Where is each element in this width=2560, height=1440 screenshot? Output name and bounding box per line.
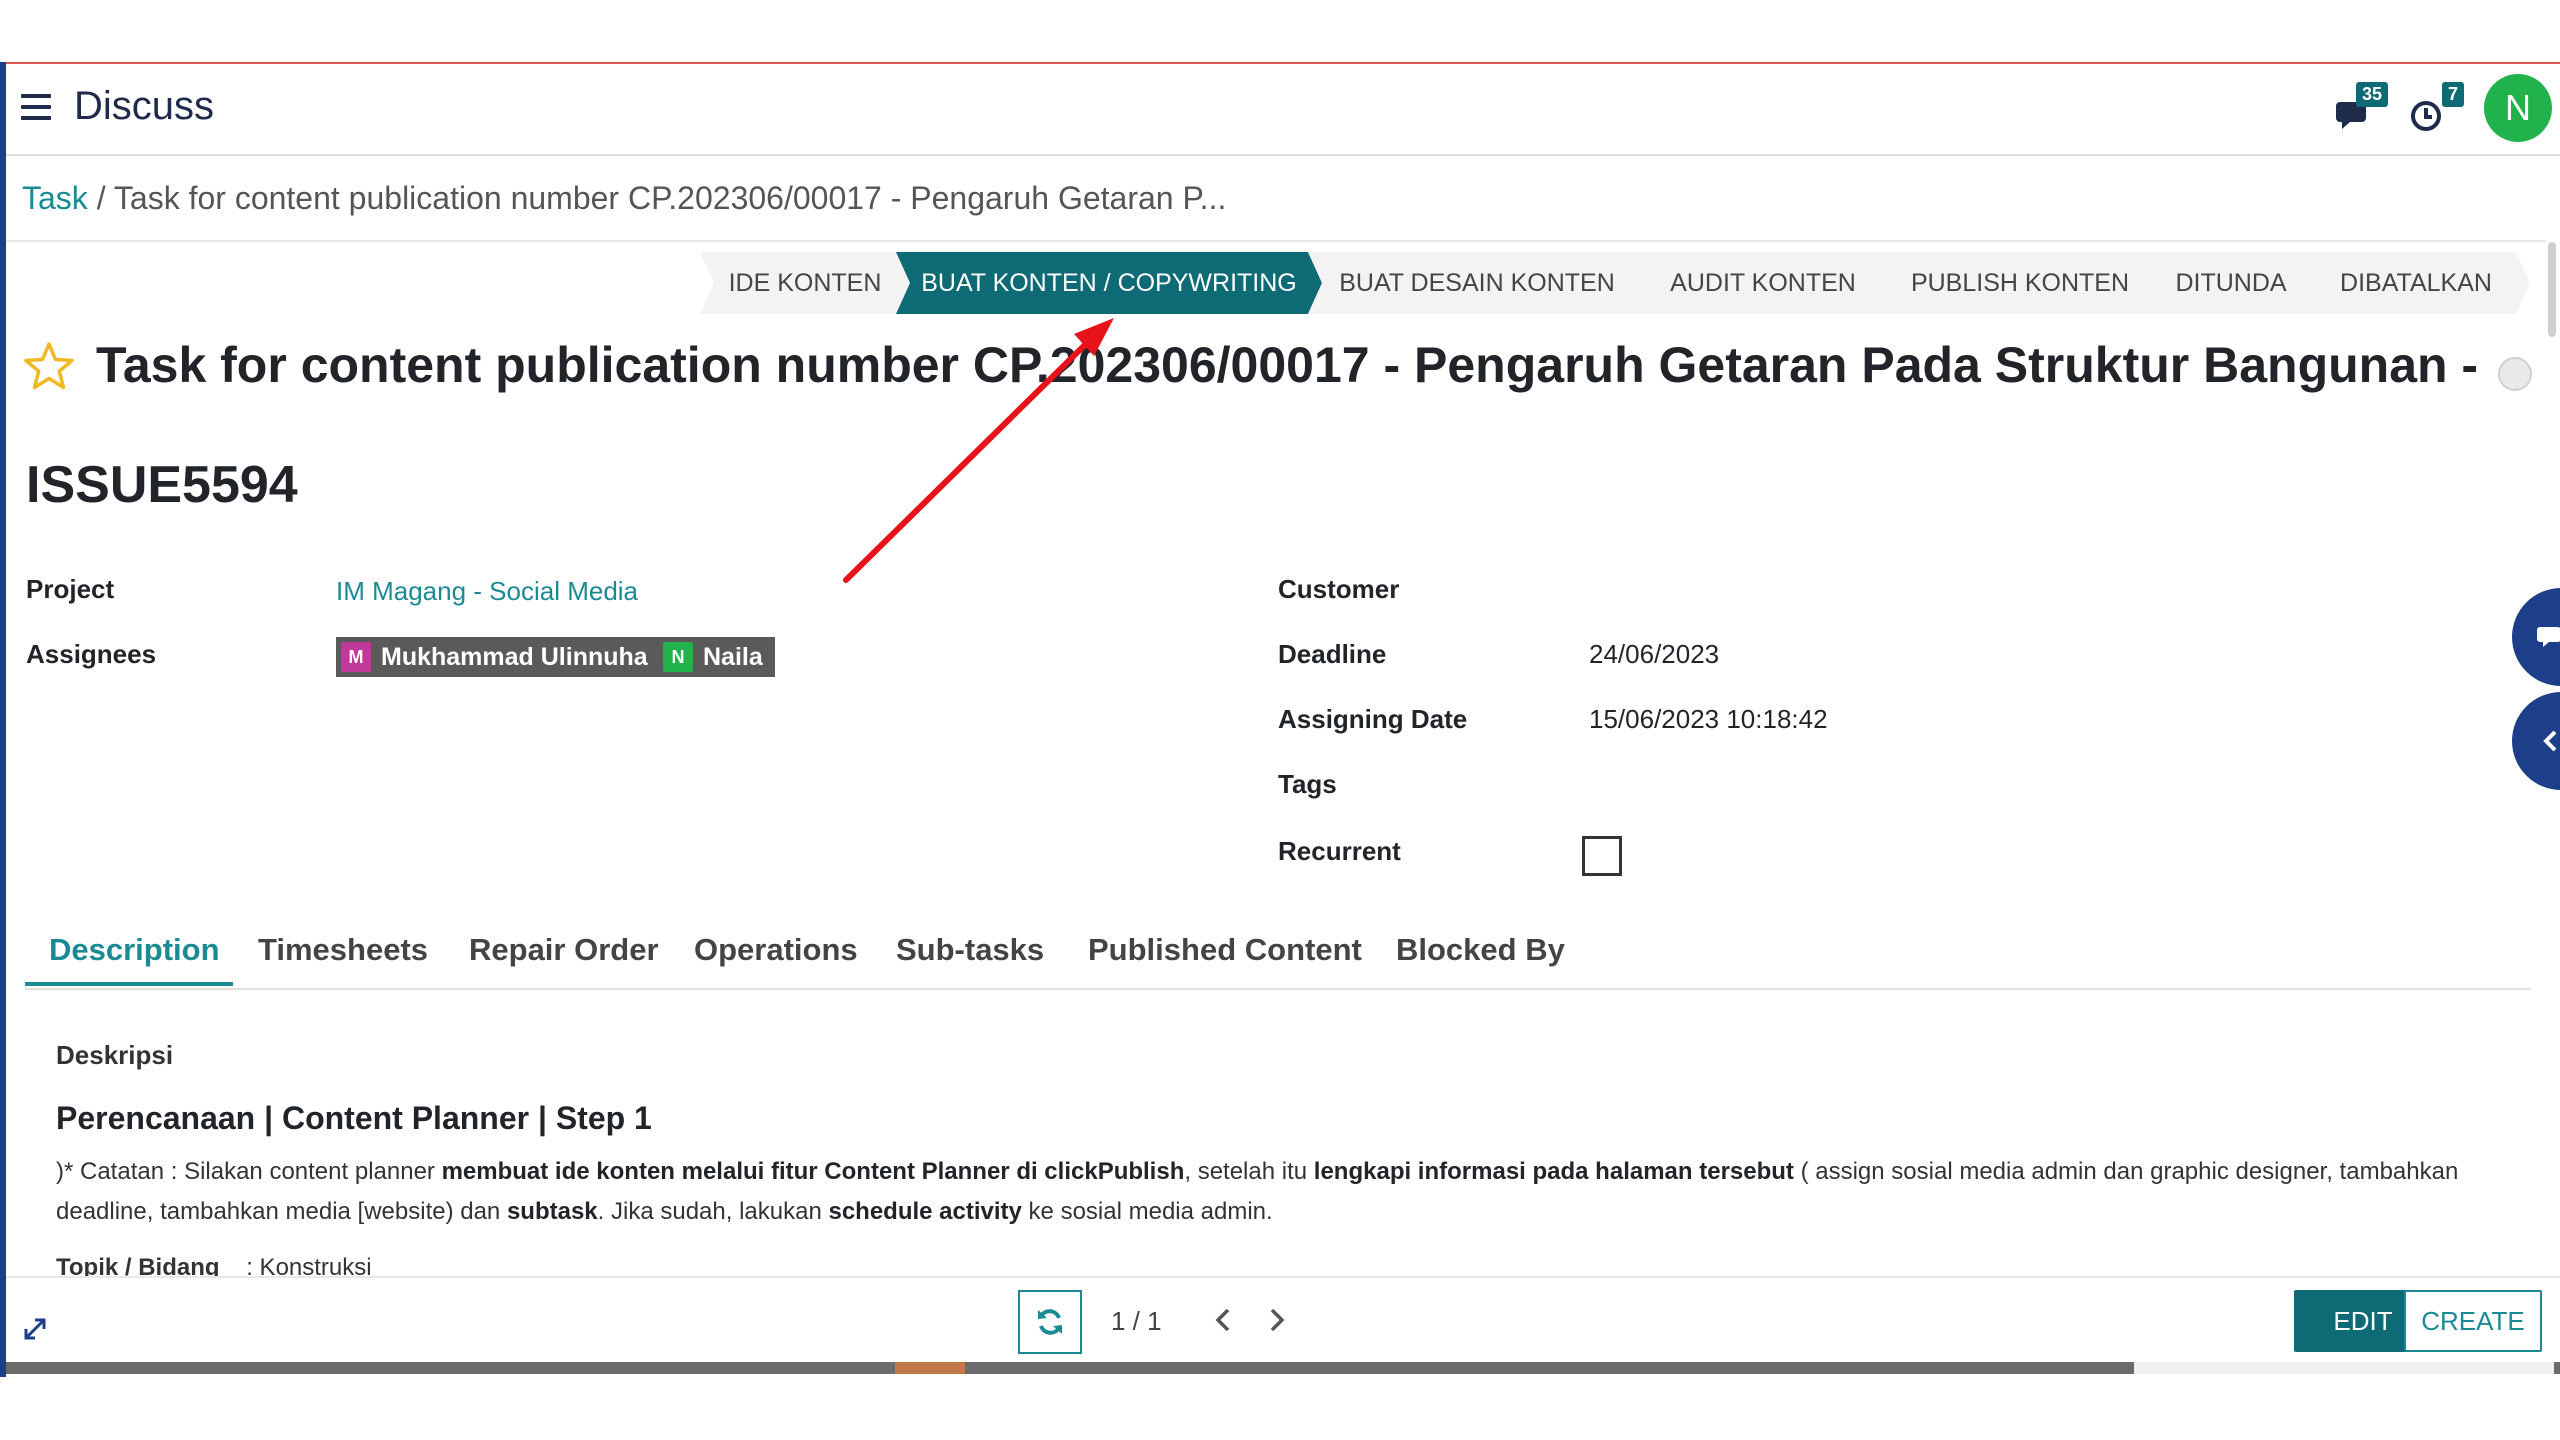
activities-button[interactable]: 7 — [2402, 82, 2466, 136]
recurrent-checkbox[interactable] — [1582, 836, 1622, 876]
chat-icon — [2537, 627, 2560, 647]
stage-audit-konten[interactable]: AUDIT KONTEN — [1632, 252, 1894, 314]
description-paragraph: )* Catatan : Silakan content planner mem… — [56, 1158, 2459, 1225]
tab-operations[interactable]: Operations — [694, 932, 858, 968]
tab-repair-order[interactable]: Repair Order — [469, 932, 659, 968]
tags-label: Tags — [1278, 769, 1337, 799]
notebook-tabs: Description Timesheets Repair Order Oper… — [25, 920, 2531, 990]
tab-sub-tasks[interactable]: Sub-tasks — [896, 932, 1044, 968]
project-link[interactable]: IM Magang - Social Media — [336, 576, 638, 607]
stage-ditunda[interactable]: DITUNDA — [2146, 252, 2316, 314]
issue-code: ISSUE5594 — [26, 456, 298, 514]
stage-dibatalkan[interactable]: DIBATALKAN — [2302, 252, 2530, 314]
pager-value[interactable]: 1 / 1 — [1111, 1306, 1162, 1337]
kanban-state-indicator[interactable] — [2498, 357, 2532, 391]
chatter-toggle-button[interactable] — [2512, 588, 2560, 686]
create-button[interactable]: CREATE — [2404, 1290, 2542, 1352]
reload-button[interactable] — [1018, 1290, 1082, 1354]
messages-button[interactable]: 35 — [2326, 82, 2390, 136]
assigning-date-label: Assigning Date — [1278, 704, 1468, 734]
assignee-avatar: M — [341, 642, 371, 672]
assigning-date-value: 15/06/2023 10:18:42 — [1589, 704, 1828, 734]
description-heading: Perencanaan | Content Planner | Step 1 — [56, 1100, 652, 1136]
assignee-tag[interactable]: N Naila — [658, 637, 775, 677]
tab-published-content[interactable]: Published Content — [1088, 932, 1362, 968]
horizontal-scrollbar-end — [2134, 1362, 2554, 1374]
breadcrumb-separator: / — [96, 180, 106, 216]
stage-ide-konten[interactable]: IDE KONTEN — [700, 252, 910, 314]
header-divider — [6, 240, 2546, 242]
app-window: Discuss 35 7 N Task / Task for content p… — [0, 0, 2560, 1440]
chevron-left-icon — [2543, 730, 2557, 752]
favorite-star-icon[interactable] — [22, 340, 76, 394]
active-tab-indicator — [25, 982, 233, 986]
tab-description[interactable]: Description — [49, 932, 220, 968]
vertical-scrollbar[interactable] — [2548, 242, 2556, 337]
left-border — [0, 62, 6, 1377]
top-navbar: Discuss 35 7 N — [6, 64, 2560, 156]
menu-icon[interactable] — [21, 94, 51, 122]
stage-publish-konten[interactable]: PUBLISH KONTEN — [1880, 252, 2160, 314]
bottom-control-bar: 1 / 1 EDIT CREATE — [6, 1276, 2560, 1368]
record-title: Task for content publication number CP.2… — [96, 337, 2476, 393]
assignee-name: Naila — [703, 643, 763, 671]
user-avatar[interactable]: N — [2484, 74, 2552, 142]
breadcrumb: Task / Task for content publication numb… — [22, 180, 1226, 217]
side-panel-collapse-button[interactable] — [2512, 692, 2560, 790]
activities-badge: 7 — [2441, 82, 2464, 107]
description-label: Deskripsi — [56, 1040, 174, 1070]
chevron-right-icon[interactable] — [1262, 1302, 1292, 1338]
expand-icon[interactable] — [20, 1314, 50, 1344]
tab-timesheets[interactable]: Timesheets — [258, 932, 428, 968]
app-title: Discuss — [74, 84, 215, 128]
chevron-left-icon[interactable] — [1208, 1302, 1238, 1338]
customer-label: Customer — [1278, 574, 1400, 604]
stage-buat-konten-copywriting[interactable]: BUAT KONTEN / COPYWRITING — [896, 252, 1322, 314]
messages-badge: 35 — [2355, 82, 2388, 107]
project-label: Project — [26, 574, 115, 604]
taskbar-indicator — [895, 1362, 965, 1374]
deadline-value: 24/06/2023 — [1589, 639, 1720, 669]
assignees-label: Assignees — [26, 639, 157, 669]
refresh-icon — [1038, 1309, 1062, 1335]
recurrent-label: Recurrent — [1278, 836, 1401, 866]
stage-buat-desain-konten[interactable]: BUAT DESAIN KONTEN — [1308, 252, 1646, 314]
assignee-tag[interactable]: M Mukhammad Ulinnuha — [336, 637, 660, 677]
deadline-label: Deadline — [1278, 639, 1387, 669]
tab-blocked-by[interactable]: Blocked By — [1396, 932, 1565, 968]
breadcrumb-current: Task for content publication number CP.2… — [113, 180, 1227, 216]
breadcrumb-task-link[interactable]: Task — [22, 180, 88, 216]
assignee-name: Mukhammad Ulinnuha — [381, 643, 648, 671]
assignee-avatar: N — [663, 642, 693, 672]
